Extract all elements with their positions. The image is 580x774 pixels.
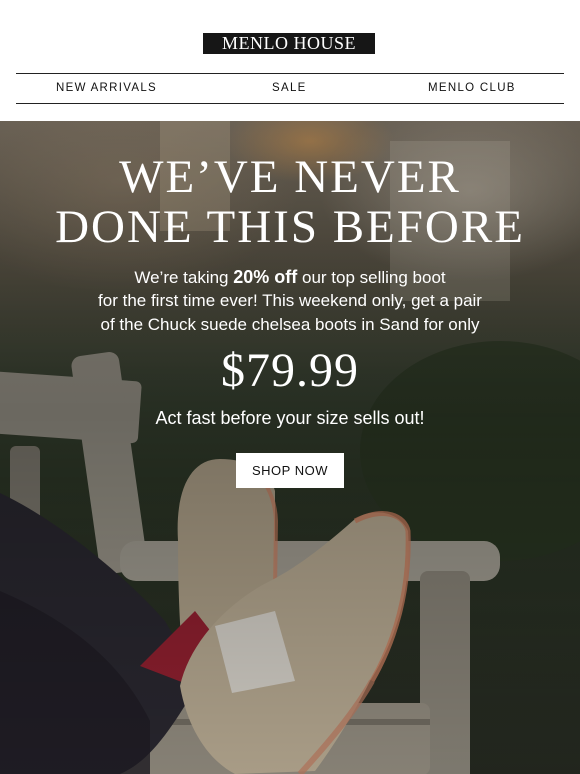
email-header: MENLO HOUSE NEW ARRIVALS SALE MENLO CLUB — [0, 0, 580, 121]
nav-menlo-club[interactable]: MENLO CLUB — [428, 74, 516, 102]
sale-price: $79.99 — [221, 344, 359, 397]
nav-new-arrivals[interactable]: NEW ARRIVALS — [56, 74, 157, 102]
hero-body-line-1: We’re taking 20% off our top selling boo… — [0, 265, 580, 290]
hero-headline-line-1: WE’VE NEVER — [119, 151, 461, 203]
discount-highlight: 20% off — [233, 267, 298, 287]
hero-body-line-2: for the first time ever! This weekend on… — [98, 291, 482, 310]
urgency-text: Act fast before your size sells out! — [155, 408, 425, 428]
brand-logo[interactable]: MENLO HOUSE — [203, 33, 375, 54]
body-text: our top selling boot — [297, 268, 446, 287]
shop-now-button[interactable]: SHOP NOW — [236, 453, 344, 488]
hero-headline-line-2: DONE THIS BEFORE — [55, 201, 525, 253]
hero-banner[interactable]: WE’VE NEVER DONE THIS BEFORE We’re takin… — [0, 121, 580, 774]
main-nav: NEW ARRIVALS SALE MENLO CLUB — [16, 73, 564, 104]
hero-body-line-3: of the Chuck suede chelsea boots in Sand… — [100, 315, 480, 334]
body-text: We’re taking — [134, 268, 234, 287]
nav-sale[interactable]: SALE — [272, 74, 307, 102]
